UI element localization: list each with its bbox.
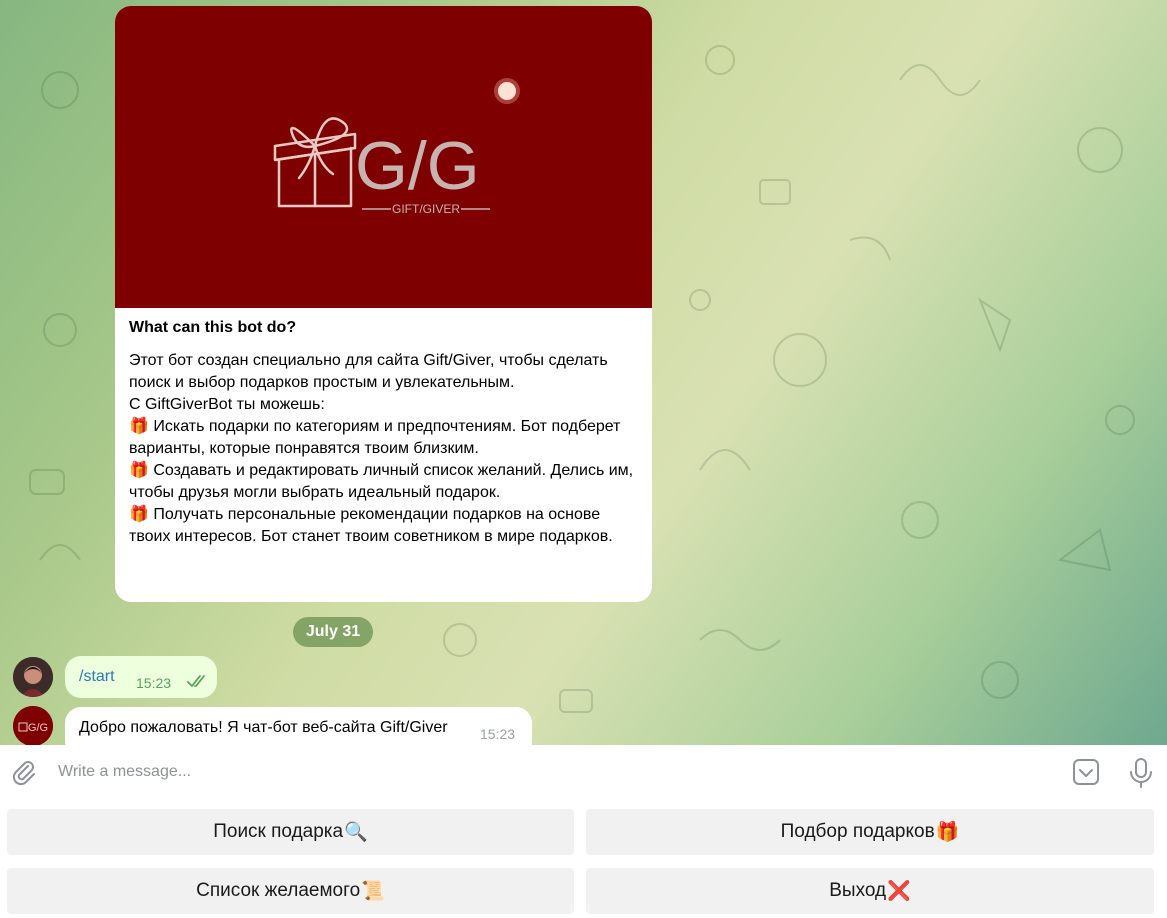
bot-banner: G/G GIFT/GIVER — [115, 6, 652, 308]
message-input[interactable] — [48, 757, 1038, 787]
outgoing-message[interactable]: /start 15:23 — [65, 656, 217, 698]
read-checkmark-icon — [187, 675, 205, 687]
date-separator: July 31 — [293, 617, 373, 647]
button-label: Подбор подарков — [780, 821, 935, 842]
logo-subtitle: GIFT/GIVER — [392, 202, 460, 216]
intro-title: What can this bot do? — [129, 319, 297, 336]
button-label: Список желаемого — [196, 880, 361, 901]
scroll-icon: 📜 — [361, 881, 385, 902]
reply-keyboard: Поиск подарка 🔍 Подбор подарков 🎁 Список ж… — [0, 800, 1167, 918]
user-avatar[interactable] — [13, 657, 53, 697]
message-time: 15:23 — [480, 726, 516, 742]
message-time: 15:23 — [136, 675, 172, 691]
gift-selection-button[interactable]: Подбор подарков 🎁 — [586, 809, 1154, 855]
message-text[interactable]: /start — [79, 668, 115, 686]
bot-avatar[interactable]: G/G — [13, 706, 53, 745]
incoming-message[interactable]: Добро пожаловать! Я чат-бот веб-сайта Gi… — [65, 707, 532, 745]
search-gift-button[interactable]: Поиск подарка 🔍 — [7, 809, 574, 855]
message-composer — [0, 745, 1167, 800]
attach-icon[interactable] — [10, 759, 38, 787]
intro-description: Этот бот создан специально для сайта Gif… — [129, 352, 634, 545]
exit-button[interactable]: Выход ❌ — [586, 868, 1154, 914]
magnifier-icon: 🔍 — [344, 822, 368, 843]
keyboard-toggle-icon[interactable] — [1072, 758, 1100, 786]
gift-icon: 🎁 — [935, 822, 960, 843]
button-label: Выход — [829, 880, 887, 901]
message-text[interactable]: Добро пожаловать! Я чат-бот веб-сайта Gi… — [79, 719, 448, 737]
logo-text: G/G — [355, 128, 480, 204]
chat-background: G/G GIFT/GIVER What can this bot do? Это… — [0, 0, 1167, 745]
button-label: Поиск подарка — [213, 821, 344, 842]
bot-intro-card: G/G GIFT/GIVER What can this bot do? Это… — [115, 6, 652, 602]
wishlist-button[interactable]: Список желаемого 📜 — [7, 868, 574, 914]
gift-giver-logo: G/G GIFT/GIVER — [273, 78, 520, 216]
cross-icon: ❌ — [887, 881, 911, 902]
microphone-icon[interactable] — [1128, 757, 1154, 789]
bot-avatar-text: G/G — [28, 722, 48, 734]
